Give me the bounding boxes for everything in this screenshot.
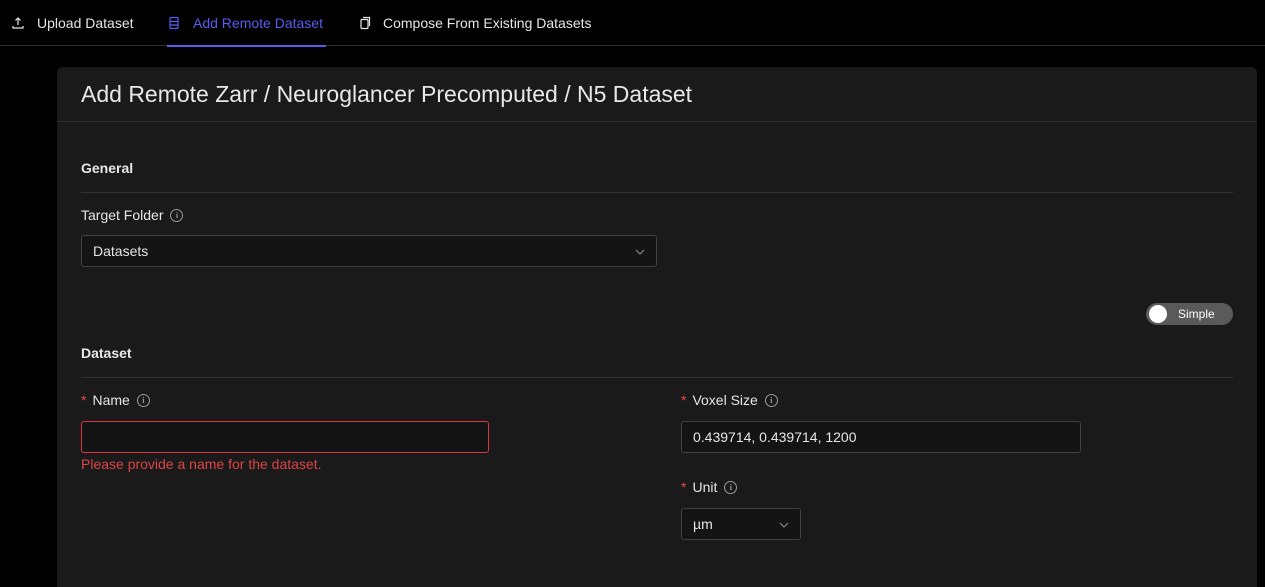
required-mark: * bbox=[681, 392, 687, 408]
voxel-size-label: * Voxel Size i bbox=[681, 392, 778, 408]
simple-mode-toggle[interactable]: Simple bbox=[1146, 303, 1233, 325]
unit-label: * Unit i bbox=[681, 479, 738, 495]
chevron-down-icon bbox=[778, 518, 790, 530]
required-mark: * bbox=[81, 392, 87, 408]
info-icon[interactable]: i bbox=[764, 393, 778, 407]
remote-dataset-card: Add Remote Zarr / Neuroglancer Precomput… bbox=[57, 67, 1257, 587]
copy-icon bbox=[357, 16, 371, 30]
tab-label: Add Remote Dataset bbox=[193, 15, 323, 31]
upload-icon bbox=[11, 16, 25, 30]
info-icon[interactable]: i bbox=[724, 480, 738, 494]
toggle-label: Simple bbox=[1178, 307, 1215, 321]
section-title-dataset: Dataset bbox=[81, 345, 132, 361]
toggle-knob bbox=[1149, 305, 1167, 323]
voxel-size-label-text: Voxel Size bbox=[692, 392, 758, 408]
unit-select[interactable]: µm bbox=[681, 508, 801, 540]
target-folder-label: Target Folder i bbox=[81, 207, 184, 223]
voxel-size-input[interactable] bbox=[681, 421, 1081, 453]
target-folder-value: Datasets bbox=[93, 243, 149, 259]
target-folder-select[interactable]: Datasets bbox=[81, 235, 657, 267]
chevron-down-icon bbox=[634, 245, 646, 257]
tab-bar: Upload Dataset Add Remote Dataset Compos… bbox=[0, 0, 1265, 47]
page-title: Add Remote Zarr / Neuroglancer Precomput… bbox=[81, 80, 693, 107]
card-header: Add Remote Zarr / Neuroglancer Precomput… bbox=[57, 67, 1257, 122]
database-icon bbox=[167, 16, 181, 30]
tab-add-remote-dataset[interactable]: Add Remote Dataset bbox=[167, 0, 326, 47]
unit-label-text: Unit bbox=[692, 479, 718, 495]
tab-label: Compose From Existing Datasets bbox=[383, 15, 592, 31]
tab-upload-dataset[interactable]: Upload Dataset bbox=[11, 0, 134, 46]
section-title-general: General bbox=[81, 160, 134, 176]
name-label-text: Name bbox=[92, 392, 130, 408]
name-label: * Name i bbox=[81, 392, 150, 408]
name-error-text: Please provide a name for the dataset. bbox=[81, 456, 322, 472]
info-icon[interactable]: i bbox=[136, 393, 150, 407]
tab-label: Upload Dataset bbox=[37, 15, 134, 31]
required-mark: * bbox=[681, 479, 687, 495]
tab-compose-datasets[interactable]: Compose From Existing Datasets bbox=[357, 0, 592, 46]
unit-value: µm bbox=[693, 516, 713, 532]
divider bbox=[81, 192, 1233, 193]
name-input[interactable] bbox=[81, 421, 489, 453]
target-folder-label-text: Target Folder bbox=[81, 207, 164, 223]
divider bbox=[81, 377, 1233, 378]
info-icon[interactable]: i bbox=[170, 208, 184, 222]
